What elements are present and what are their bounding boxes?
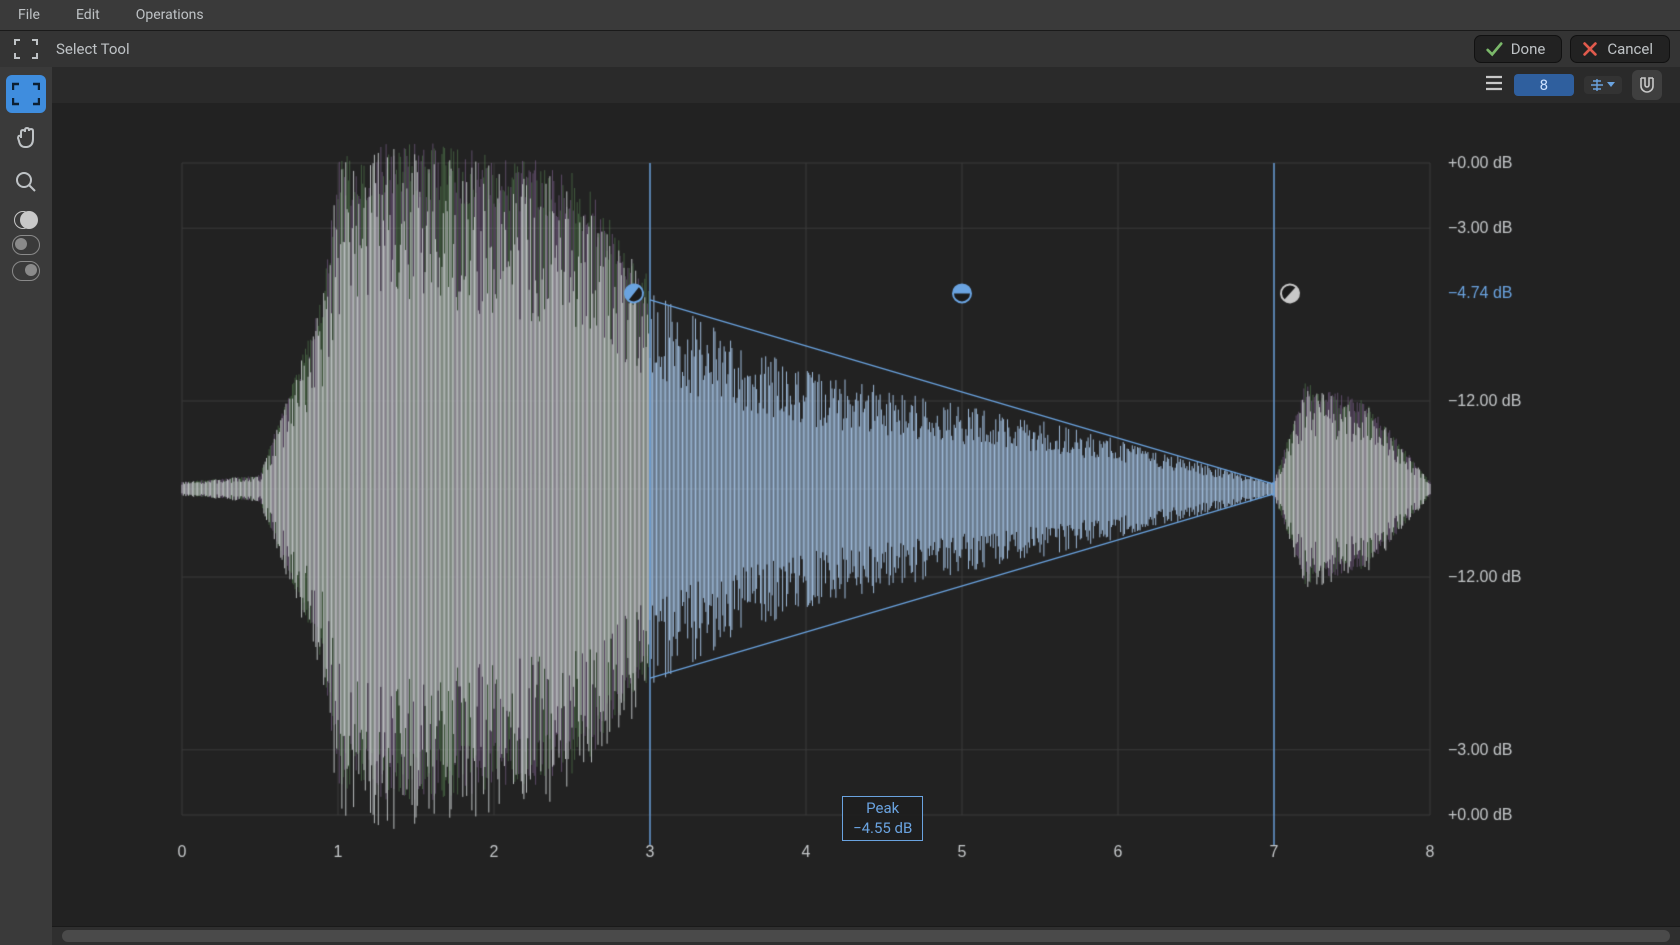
cancel-label: Cancel bbox=[1607, 40, 1653, 58]
tool-name-label: Select Tool bbox=[56, 40, 130, 58]
toolbar: Select Tool Done Cancel bbox=[0, 31, 1680, 68]
grid-mode-dropdown[interactable] bbox=[1584, 76, 1622, 94]
channel-filter-group bbox=[12, 209, 40, 281]
selection-tool[interactable] bbox=[6, 75, 46, 113]
done-button[interactable]: Done bbox=[1474, 35, 1563, 63]
grid-divisions-input[interactable]: 8 bbox=[1514, 74, 1574, 96]
peak-tooltip: Peak −4.55 dB bbox=[842, 796, 923, 841]
waveform-chart[interactable]: Peak −4.55 dB bbox=[52, 103, 1680, 945]
ruler-strip: 8 bbox=[52, 67, 1680, 103]
selection-tool-icon bbox=[10, 33, 42, 65]
peak-value: −4.55 dB bbox=[853, 819, 912, 837]
zoom-tool[interactable] bbox=[6, 163, 46, 201]
hand-tool[interactable] bbox=[6, 119, 46, 157]
tool-sidebar bbox=[0, 67, 53, 945]
menu-edit[interactable]: Edit bbox=[58, 1, 118, 29]
stereo-filter-icon[interactable] bbox=[13, 209, 39, 229]
cancel-button[interactable]: Cancel bbox=[1570, 35, 1670, 63]
left-channel-toggle[interactable] bbox=[12, 235, 40, 255]
done-label: Done bbox=[1511, 40, 1546, 58]
peak-title: Peak bbox=[866, 799, 899, 817]
menu-bar: File Edit Operations bbox=[0, 0, 1680, 31]
list-menu-icon[interactable] bbox=[1484, 75, 1504, 95]
right-channel-toggle[interactable] bbox=[12, 261, 40, 281]
menu-file[interactable]: File bbox=[10, 1, 58, 29]
menu-operations[interactable]: Operations bbox=[118, 1, 222, 29]
horizontal-scrollbar[interactable] bbox=[52, 926, 1680, 945]
snap-toggle[interactable] bbox=[1632, 70, 1662, 100]
editor-area: 8 Peak −4.55 dB bbox=[52, 67, 1680, 945]
